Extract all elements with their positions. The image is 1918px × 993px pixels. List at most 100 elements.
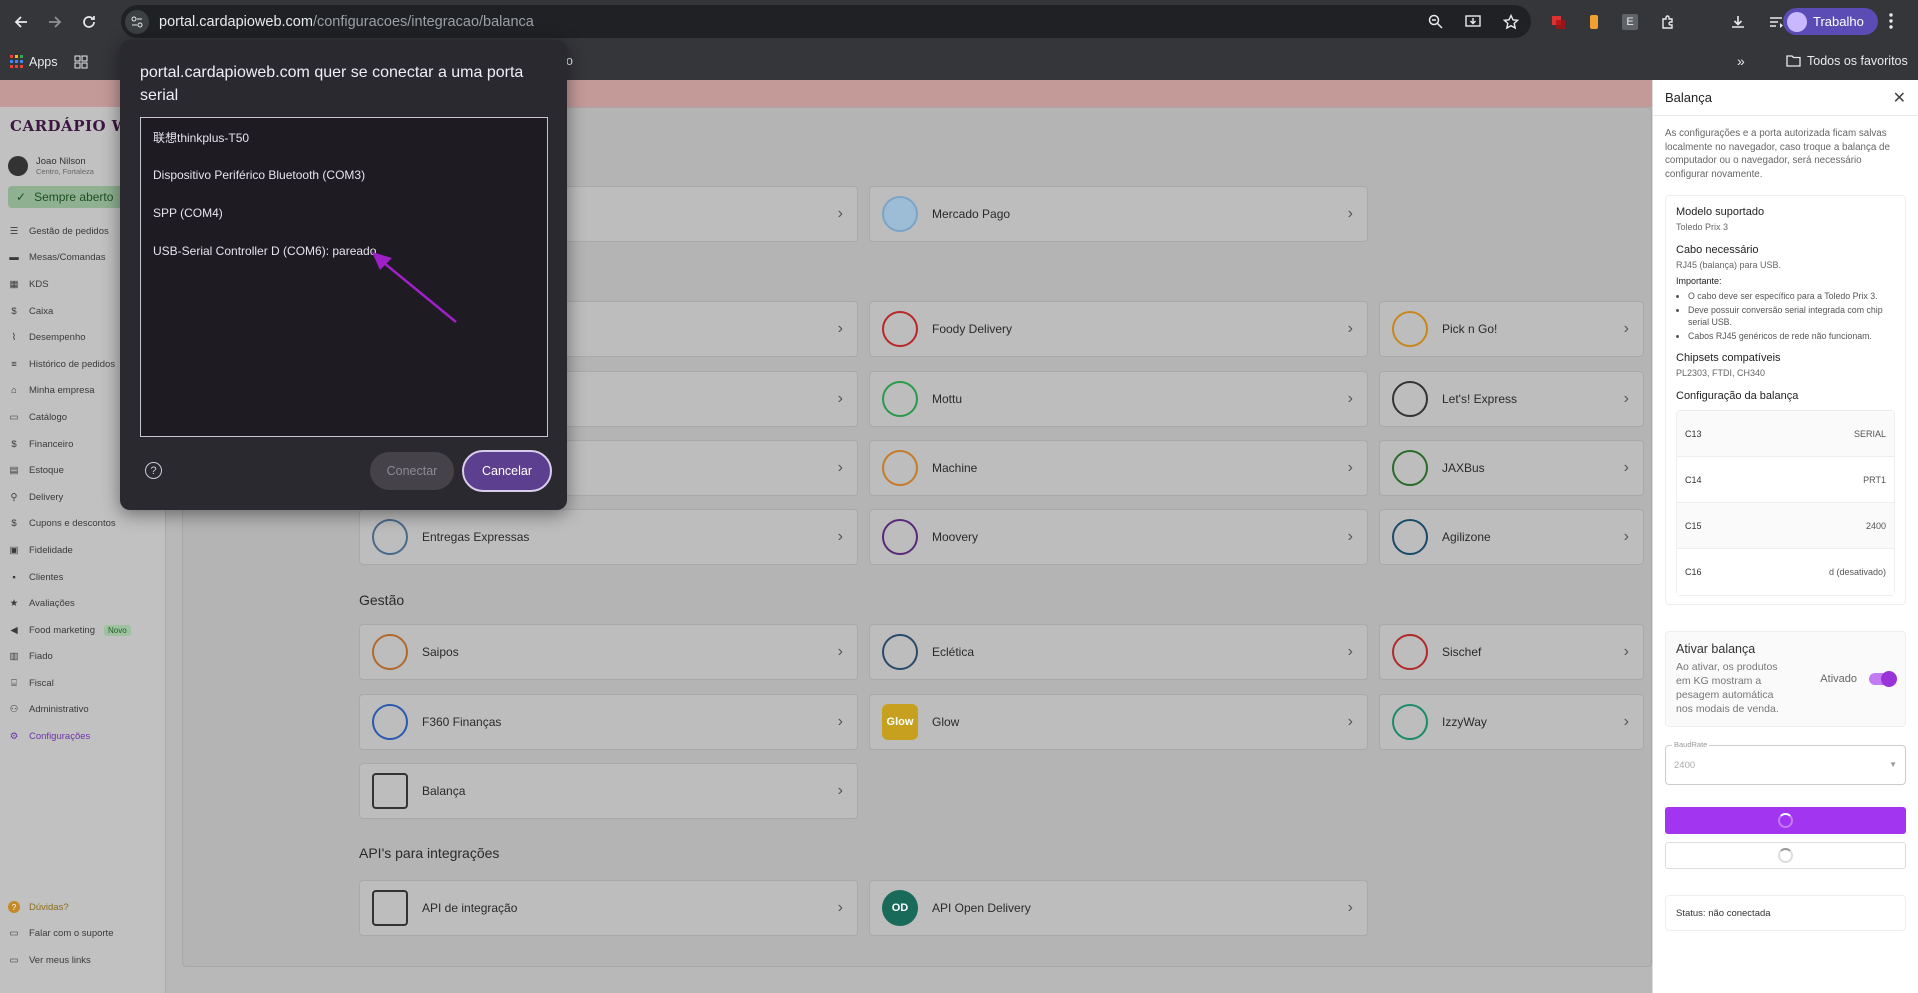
close-icon[interactable]: ✕ (1893, 88, 1906, 108)
moovery-logo-icon (882, 519, 918, 555)
sidebar-item-star[interactable]: ★ Avaliações (8, 590, 164, 617)
sidebar-item-people[interactable]: ⚇ Administrativo (8, 697, 164, 724)
sidebar-item-question[interactable]: ? Dúvidas? (8, 894, 164, 921)
integration-card-label: IzzyWay (1442, 715, 1487, 729)
device-list[interactable]: 联想thinkplus-T50 Dispositivo Periférico B… (140, 117, 548, 437)
back-button[interactable] (8, 9, 34, 35)
sidebar-item-coupon[interactable]: $ Cupons e descontos (8, 511, 164, 538)
chevron-right-icon: › (837, 459, 843, 476)
integration-card-moovery[interactable]: Moovery › (869, 509, 1368, 565)
chevron-right-icon: › (1347, 390, 1353, 407)
integration-card-label: Machine (932, 461, 978, 475)
connect-scale-button[interactable] (1665, 807, 1906, 834)
integration-card-mottu[interactable]: Mottu › (869, 371, 1368, 427)
sidebar-item-label: Histórico de pedidos (29, 358, 116, 370)
baudrate-select[interactable]: BaudRate 2400 ▼ (1665, 740, 1906, 785)
test-scale-button[interactable] (1665, 842, 1906, 869)
integration-card-f360[interactable]: F360 Finanças › (359, 694, 858, 750)
integration-card-foody[interactable]: Foody Delivery › (869, 301, 1368, 357)
device-item[interactable]: SPP (COM4) (141, 194, 547, 232)
sidebar-item-person[interactable]: ▪ Clientes (8, 564, 164, 591)
chevron-more-icon[interactable]: » (1737, 53, 1745, 69)
gift-icon: ▣ (9, 544, 19, 556)
site-info-icon[interactable] (125, 9, 149, 34)
integration-card-api-open[interactable]: OD API Open Delivery › (869, 880, 1368, 936)
sidebar-item-notebook[interactable]: ▥ Fiado (8, 644, 164, 671)
chevron-right-icon: › (1347, 205, 1353, 222)
sidebar-item-gift[interactable]: ▣ Fidelidade (8, 537, 164, 564)
connect-button[interactable]: Conectar (370, 452, 454, 490)
all-bookmarks[interactable]: Todos os favoritos (1786, 54, 1908, 68)
tab-groups-icon[interactable] (74, 55, 88, 69)
annotation-arrow-icon (372, 252, 457, 323)
kebab-menu-icon[interactable] (1888, 12, 1894, 30)
device-item[interactable]: 联想thinkplus-T50 (141, 118, 547, 156)
media-queue-icon[interactable] (1768, 14, 1784, 30)
integration-card-jaxbus[interactable]: JAXBus › (1379, 440, 1644, 496)
bookmark-apps[interactable]: Apps (10, 55, 58, 69)
url-text: portal.cardapioweb.com/configuracoes/int… (159, 14, 534, 30)
sidebar-item-bank[interactable]: ⌸ Fiscal (8, 670, 164, 697)
star-bookmark-icon[interactable] (1503, 13, 1519, 30)
integration-card-mercado-pago[interactable]: Mercado Pago › (869, 186, 1368, 242)
integration-card-label: Eclética (932, 645, 975, 659)
reload-button[interactable] (76, 9, 102, 35)
chevron-right-icon: › (837, 899, 843, 916)
config-key: C14 (1685, 474, 1702, 485)
integration-card-ecletica[interactable]: Eclética › (869, 624, 1368, 680)
sidebar-item-link[interactable]: ▭ Ver meus links (8, 947, 164, 974)
sidebar-item-chat[interactable]: ▭ Falar com o suporte (8, 921, 164, 948)
user-avatar (8, 156, 28, 176)
puzzle-extensions-icon[interactable] (1660, 14, 1676, 30)
sidebar-item-megaphone[interactable]: ◀ Food marketing Novo (8, 617, 164, 644)
money-icon: $ (11, 438, 17, 450)
user-card[interactable]: Joao Nilson Centro, Fortaleza (8, 156, 94, 176)
red-extension-icon[interactable] (1550, 14, 1566, 30)
integration-card-lets[interactable]: Let's! Express › (1379, 371, 1644, 427)
integration-card-label: Foody Delivery (932, 322, 1013, 336)
sidebar-item-gear[interactable]: ⚙ Configurações (8, 723, 164, 750)
store-icon: ⌂ (11, 385, 17, 397)
profile-button[interactable]: Trabalho (1783, 8, 1878, 35)
integration-card-izzyway[interactable]: IzzyWay › (1379, 694, 1644, 750)
integration-card-agilizone[interactable]: Agilizone › (1379, 509, 1644, 565)
integration-card-glow[interactable]: Glow Glow › (869, 694, 1368, 750)
yellow-extension-icon[interactable] (1588, 14, 1600, 30)
model-heading: Modelo suportado (1676, 206, 1765, 218)
device-item[interactable]: Dispositivo Periférico Bluetooth (COM3) (141, 156, 547, 194)
integration-card-machine[interactable]: Machine › (869, 440, 1368, 496)
drawer-title: Balança (1665, 90, 1712, 105)
forward-button[interactable] (42, 9, 68, 35)
integration-card-saipos[interactable]: Saipos › (359, 624, 858, 680)
help-icon[interactable]: ? (145, 462, 162, 479)
zoom-icon[interactable] (1428, 14, 1443, 29)
integration-card-balanca[interactable]: Balança › (359, 763, 858, 819)
cancel-button[interactable]: Cancelar (462, 450, 552, 492)
address-bar[interactable]: portal.cardapioweb.com/configuracoes/int… (121, 5, 1531, 38)
device-item[interactable]: USB-Serial Controller D (COM6): pareado (141, 232, 547, 270)
sidebar-item-label: KDS (29, 278, 49, 290)
jaxbus-logo-icon (1392, 450, 1428, 486)
bookmark-partial[interactable]: o (566, 54, 573, 68)
megaphone-icon: ◀ (10, 624, 18, 636)
chart-icon: ⌇ (11, 332, 17, 344)
integration-card-label: JAXBus (1442, 461, 1485, 475)
download-icon[interactable] (1730, 14, 1746, 30)
lets-logo-icon (1392, 381, 1428, 417)
bike-icon: ⚲ (10, 491, 18, 503)
history-icon: ≡ (11, 358, 17, 370)
integration-card-api-integracao[interactable]: API de integração › (359, 880, 858, 936)
e-extension-icon[interactable]: E (1622, 13, 1638, 30)
baudrate-label: BaudRate (1672, 740, 1710, 749)
activate-toggle[interactable]: Ativado (1820, 642, 1897, 716)
integration-card-label: Sischef (1442, 645, 1482, 659)
config-table: C13 SERIAL C14 PRT1 C15 2400 C16 d (desativa… (1676, 410, 1895, 596)
toggle-switch[interactable] (1869, 671, 1897, 687)
integration-card-sischef[interactable]: Sischef › (1379, 624, 1644, 680)
config-row: C13 SERIAL (1677, 411, 1894, 457)
install-icon[interactable] (1465, 14, 1481, 29)
sidebar-item-label: Cupons e descontos (29, 518, 116, 530)
integration-card-label: Moovery (932, 530, 979, 544)
integration-card-pickngo[interactable]: Pick n Go! › (1379, 301, 1644, 357)
integration-card-entregas[interactable]: Entregas Expressas › (359, 509, 858, 565)
